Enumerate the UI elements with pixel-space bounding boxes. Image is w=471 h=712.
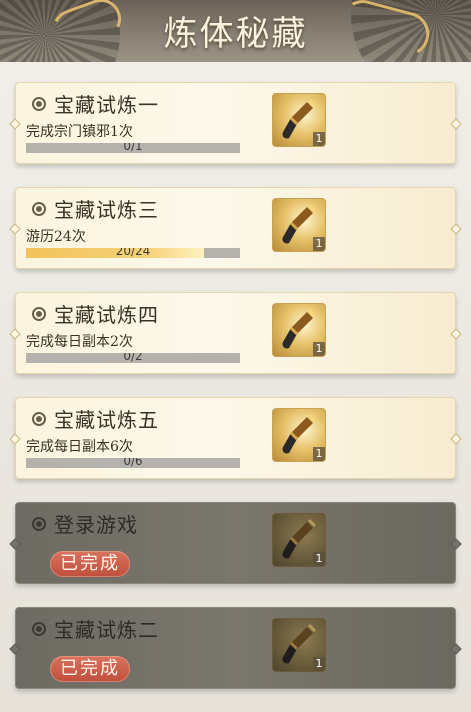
- task-description: 完成宗门镇邪1次: [26, 124, 133, 140]
- task-title: 宝藏试炼一: [54, 93, 159, 117]
- circle-dot-icon: [32, 517, 46, 531]
- reward-item-golden-shovel-icon[interactable]: 1: [272, 93, 326, 147]
- task-progress-bar: 0/6: [26, 458, 240, 468]
- task-title: 宝藏试炼五: [54, 408, 159, 432]
- reward-count: 1: [313, 657, 325, 671]
- completed-badge: 已完成: [50, 551, 130, 577]
- task-card-completed[interactable]: 宝藏试炼二 已完成 1: [9, 607, 462, 689]
- task-description: 完成每日副本2次: [26, 334, 133, 350]
- task-title: 宝藏试炼二: [54, 618, 159, 642]
- task-progress-text: 0/2: [123, 353, 143, 363]
- reward-count: 1: [313, 447, 325, 461]
- reward-item-golden-shovel-icon[interactable]: 1: [272, 618, 326, 672]
- header-banner: 炼体秘藏: [0, 0, 471, 62]
- task-card-completed[interactable]: 登录游戏 已完成 1: [9, 502, 462, 584]
- reward-item-golden-shovel-icon[interactable]: 1: [272, 513, 326, 567]
- reward-count: 1: [313, 342, 325, 356]
- reward-count: 1: [313, 552, 325, 566]
- task-description: 完成每日副本6次: [26, 439, 133, 455]
- completed-badge: 已完成: [50, 656, 130, 682]
- reward-count: 1: [313, 237, 325, 251]
- task-progress-bar: 0/1: [26, 143, 240, 153]
- task-title: 登录游戏: [54, 513, 138, 537]
- task-card[interactable]: 宝藏试炼三 游历24次 20/24 1: [9, 187, 462, 269]
- task-progress-text: 0/1: [123, 143, 143, 153]
- circle-dot-icon: [32, 622, 46, 636]
- circle-dot-icon: [32, 412, 46, 426]
- task-list[interactable]: 宝藏试炼一 完成宗门镇邪1次 0/1 1 宝藏试炼三 游历24次 20/24 1…: [0, 62, 471, 712]
- circle-dot-icon: [32, 202, 46, 216]
- task-title: 宝藏试炼四: [54, 303, 159, 327]
- reward-count: 1: [313, 132, 325, 146]
- task-progress-bar: 0/2: [26, 353, 240, 363]
- task-progress-bar: 20/24: [26, 248, 240, 258]
- circle-dot-icon: [32, 97, 46, 111]
- task-card[interactable]: 宝藏试炼一 完成宗门镇邪1次 0/1 1: [9, 82, 462, 164]
- task-progress-text: 0/6: [123, 458, 143, 468]
- page-title: 炼体秘藏: [163, 14, 308, 54]
- task-title: 宝藏试炼三: [54, 198, 159, 222]
- task-description: 游历24次: [26, 229, 86, 245]
- task-card[interactable]: 宝藏试炼四 完成每日副本2次 0/2 1: [9, 292, 462, 374]
- circle-dot-icon: [32, 307, 46, 321]
- reward-item-golden-shovel-icon[interactable]: 1: [272, 198, 326, 252]
- task-progress-text: 20/24: [115, 248, 151, 258]
- reward-item-golden-shovel-icon[interactable]: 1: [272, 303, 326, 357]
- reward-item-golden-shovel-icon[interactable]: 1: [272, 408, 326, 462]
- task-card[interactable]: 宝藏试炼五 完成每日副本6次 0/6 1: [9, 397, 462, 479]
